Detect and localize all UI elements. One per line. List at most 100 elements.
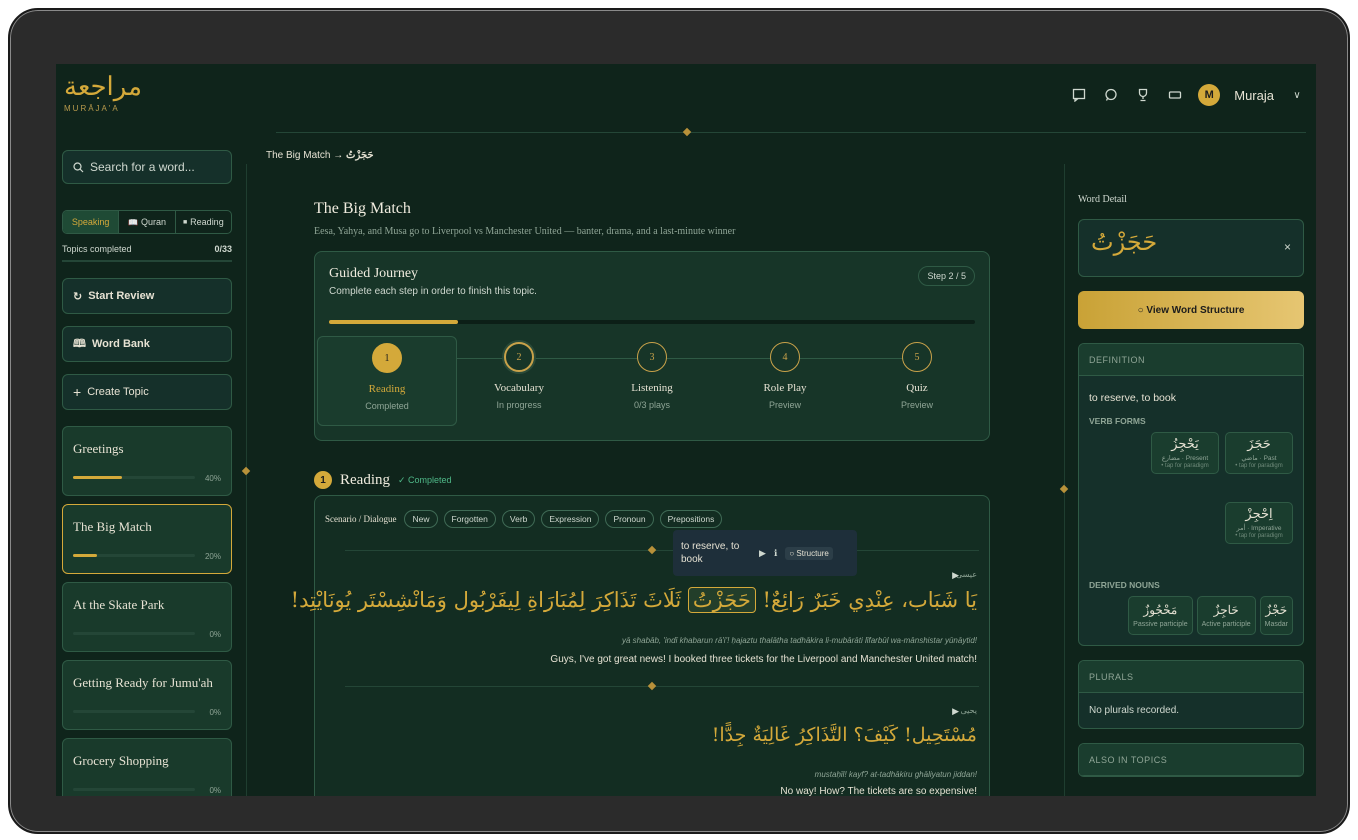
panel-divider (1064, 164, 1065, 796)
panel-title: Word Detail (1078, 194, 1127, 205)
breadcrumb-current: حَجَزْتُ (346, 150, 374, 161)
play-icon[interactable]: ▶ (952, 570, 959, 581)
word-bank-button[interactable]: 🕮 Word Bank (62, 326, 232, 362)
user-name[interactable]: Muraja (1234, 88, 1274, 103)
derived-noun[interactable]: مَحْجُوزٌ Passive participle (1128, 596, 1193, 635)
word-detail-panel: Word Detail حَجَزْتُ × ○ View Word Struc… (1078, 194, 1304, 777)
page-icon: ■ (182, 218, 188, 226)
topic-progress-fill (73, 476, 122, 479)
view-word-structure-button[interactable]: ○ View Word Structure (1078, 291, 1304, 329)
device-frame: مراجعة MURĀJA'A M Muraja ∨ Search for a … (8, 8, 1350, 834)
verb-forms: يَحْجِزُ مضارع · Present • tap for parad… (1079, 432, 1303, 574)
search-icon (73, 161, 84, 172)
book-icon: 📖 (128, 217, 138, 227)
divider-diamond (682, 127, 692, 137)
topic-progress-bar (73, 476, 195, 479)
journey-steps: 1 Reading Completed 2 Vocabulary In prog… (317, 336, 987, 426)
breadcrumb: The Big Match → حَجَزْتُ (266, 150, 374, 161)
start-review-button[interactable]: ↻ Start Review (62, 278, 232, 314)
step-role-play[interactable]: 4 Role Play Preview (715, 336, 855, 426)
logo-arabic: مراجعة (64, 72, 143, 102)
chip-prepositions[interactable]: Prepositions (659, 510, 723, 528)
chat-icon[interactable] (1070, 86, 1088, 104)
reading-header: 1 Reading ✓ Completed (314, 471, 990, 489)
sidebar: Search for a word... Speaking 📖 Quran ■ … (62, 150, 232, 796)
create-topic-button[interactable]: + Create Topic (62, 374, 232, 410)
step-quiz[interactable]: 5 Quiz Preview (847, 336, 987, 426)
structure-button[interactable]: ○ Structure (785, 546, 833, 560)
mode-tabs: Speaking 📖 Quran ■ Reading (62, 210, 232, 234)
topic-card[interactable]: Getting Ready for Jumu'ah 0% (62, 660, 232, 730)
transliteration: mustaḥīl! kayf? at-tadhākiru ghāliyatun … (814, 770, 977, 779)
header-divider (276, 132, 1306, 133)
step-listening[interactable]: 3 Listening 0/3 plays (582, 336, 722, 426)
translation: Guys, I've got great news! I booked thre… (550, 654, 977, 665)
refresh-icon: ↻ (73, 290, 83, 303)
topic-progress-bar (73, 554, 195, 557)
chip-forgotten[interactable]: Forgotten (443, 510, 496, 528)
message-icon[interactable] (1102, 86, 1120, 104)
highlighted-word[interactable]: حَجَزْتُ (687, 587, 756, 613)
chevron-down-icon[interactable]: ∨ (1288, 86, 1306, 104)
tab-reading[interactable]: ■ Reading (176, 211, 231, 233)
arabic-line[interactable]: مُسْتَحِيل! كَيْفَ؟ التَّذَاكِرُ غَالِيَ… (712, 724, 977, 746)
topic-card[interactable]: At the Skate Park 0% (62, 582, 232, 652)
topic-card[interactable]: Grocery Shopping 0% (62, 738, 232, 796)
definition-panel: DEFINITION to reserve, to book VERB FORM… (1078, 343, 1304, 646)
plurals-panel: PLURALS No plurals recorded. (1078, 660, 1304, 729)
step-pill: Step 2 / 5 (918, 266, 975, 286)
chip-expression[interactable]: Expression (541, 510, 600, 528)
tab-quran[interactable]: 📖 Quran (119, 211, 176, 233)
chip-pronoun[interactable]: Pronoun (605, 510, 654, 528)
also-in-topics-panel: ALSO IN TOPICS (1078, 743, 1304, 777)
derived-noun[interactable]: حَجْزٌ Masdar (1259, 596, 1293, 635)
journey-subtitle: Complete each step in order to finish th… (329, 286, 537, 297)
reading-card: Scenario / Dialogue New Forgotten Verb E… (291, 495, 990, 796)
translation: No way! How? The tickets are so expensiv… (780, 786, 977, 796)
derived-nouns: مَحْجُوزٌ Passive participle حَاجِزٌ Act… (1079, 596, 1303, 645)
play-icon[interactable]: ▶ (759, 548, 766, 559)
trophy-icon[interactable] (1134, 86, 1152, 104)
topic-progress-bar (73, 788, 195, 791)
guided-journey: Guided Journey Complete each step in ord… (314, 251, 990, 441)
speaker-name: عيسى (956, 570, 977, 579)
topic-card[interactable]: Greetings 40% (62, 426, 232, 496)
verb-form-present[interactable]: يَحْجِزُ مضارع · Present • tap for parad… (1151, 432, 1219, 474)
divider-diamond (1059, 484, 1069, 494)
derived-noun[interactable]: حَاجِزٌ Active participle (1196, 596, 1256, 635)
journey-progress-fill (329, 320, 459, 324)
divider-diamond (647, 545, 657, 555)
app-screen: مراجعة MURĀJA'A M Muraja ∨ Search for a … (56, 64, 1316, 796)
line-divider (345, 550, 979, 551)
play-icon[interactable]: ▶ (952, 706, 959, 717)
topics-completed-bar (62, 260, 232, 262)
tab-speaking[interactable]: Speaking (63, 211, 120, 233)
avatar[interactable]: M (1198, 84, 1221, 106)
topic-progress-bar (73, 632, 195, 635)
sidebar-divider (246, 164, 247, 796)
status-badge: ✓ Completed (398, 474, 452, 485)
divider-diamond (647, 681, 657, 691)
card-icon[interactable] (1166, 86, 1184, 104)
close-icon[interactable]: × (1284, 240, 1291, 254)
chip-new[interactable]: New (404, 510, 438, 528)
journey-progress-bar (329, 320, 975, 324)
word-card: حَجَزْتُ × (1078, 219, 1304, 277)
breadcrumb-parent[interactable]: The Big Match (266, 150, 330, 161)
page-subtitle: Eesa, Yahya, and Musa go to Liverpool vs… (314, 226, 736, 237)
logo-english: MURĀJA'A (64, 104, 120, 113)
page-title: The Big Match (314, 200, 411, 217)
verb-form-imperative[interactable]: اِحْجِزْ أمر · Imperative • tap for para… (1225, 502, 1293, 544)
step-reading[interactable]: 1 Reading Completed (317, 336, 457, 426)
section-title: Reading (340, 471, 390, 488)
app-logo[interactable]: مراجعة MURĀJA'A (64, 72, 142, 113)
info-icon[interactable]: ℹ (774, 548, 777, 559)
verb-form-past[interactable]: حَجَزَ ماضي · Past • tap for paradigm (1225, 432, 1293, 474)
word-tooltip: to reserve, to book ▶ ℹ ○ Structure (673, 530, 857, 576)
chip-verb[interactable]: Verb (501, 510, 536, 528)
topics-completed: Topics completed 0/33 (62, 244, 232, 254)
search-input[interactable]: Search for a word... (62, 150, 232, 184)
journey-title: Guided Journey (329, 266, 419, 281)
topic-card[interactable]: The Big Match 20% (62, 504, 232, 574)
step-vocabulary[interactable]: 2 Vocabulary In progress (449, 336, 589, 426)
